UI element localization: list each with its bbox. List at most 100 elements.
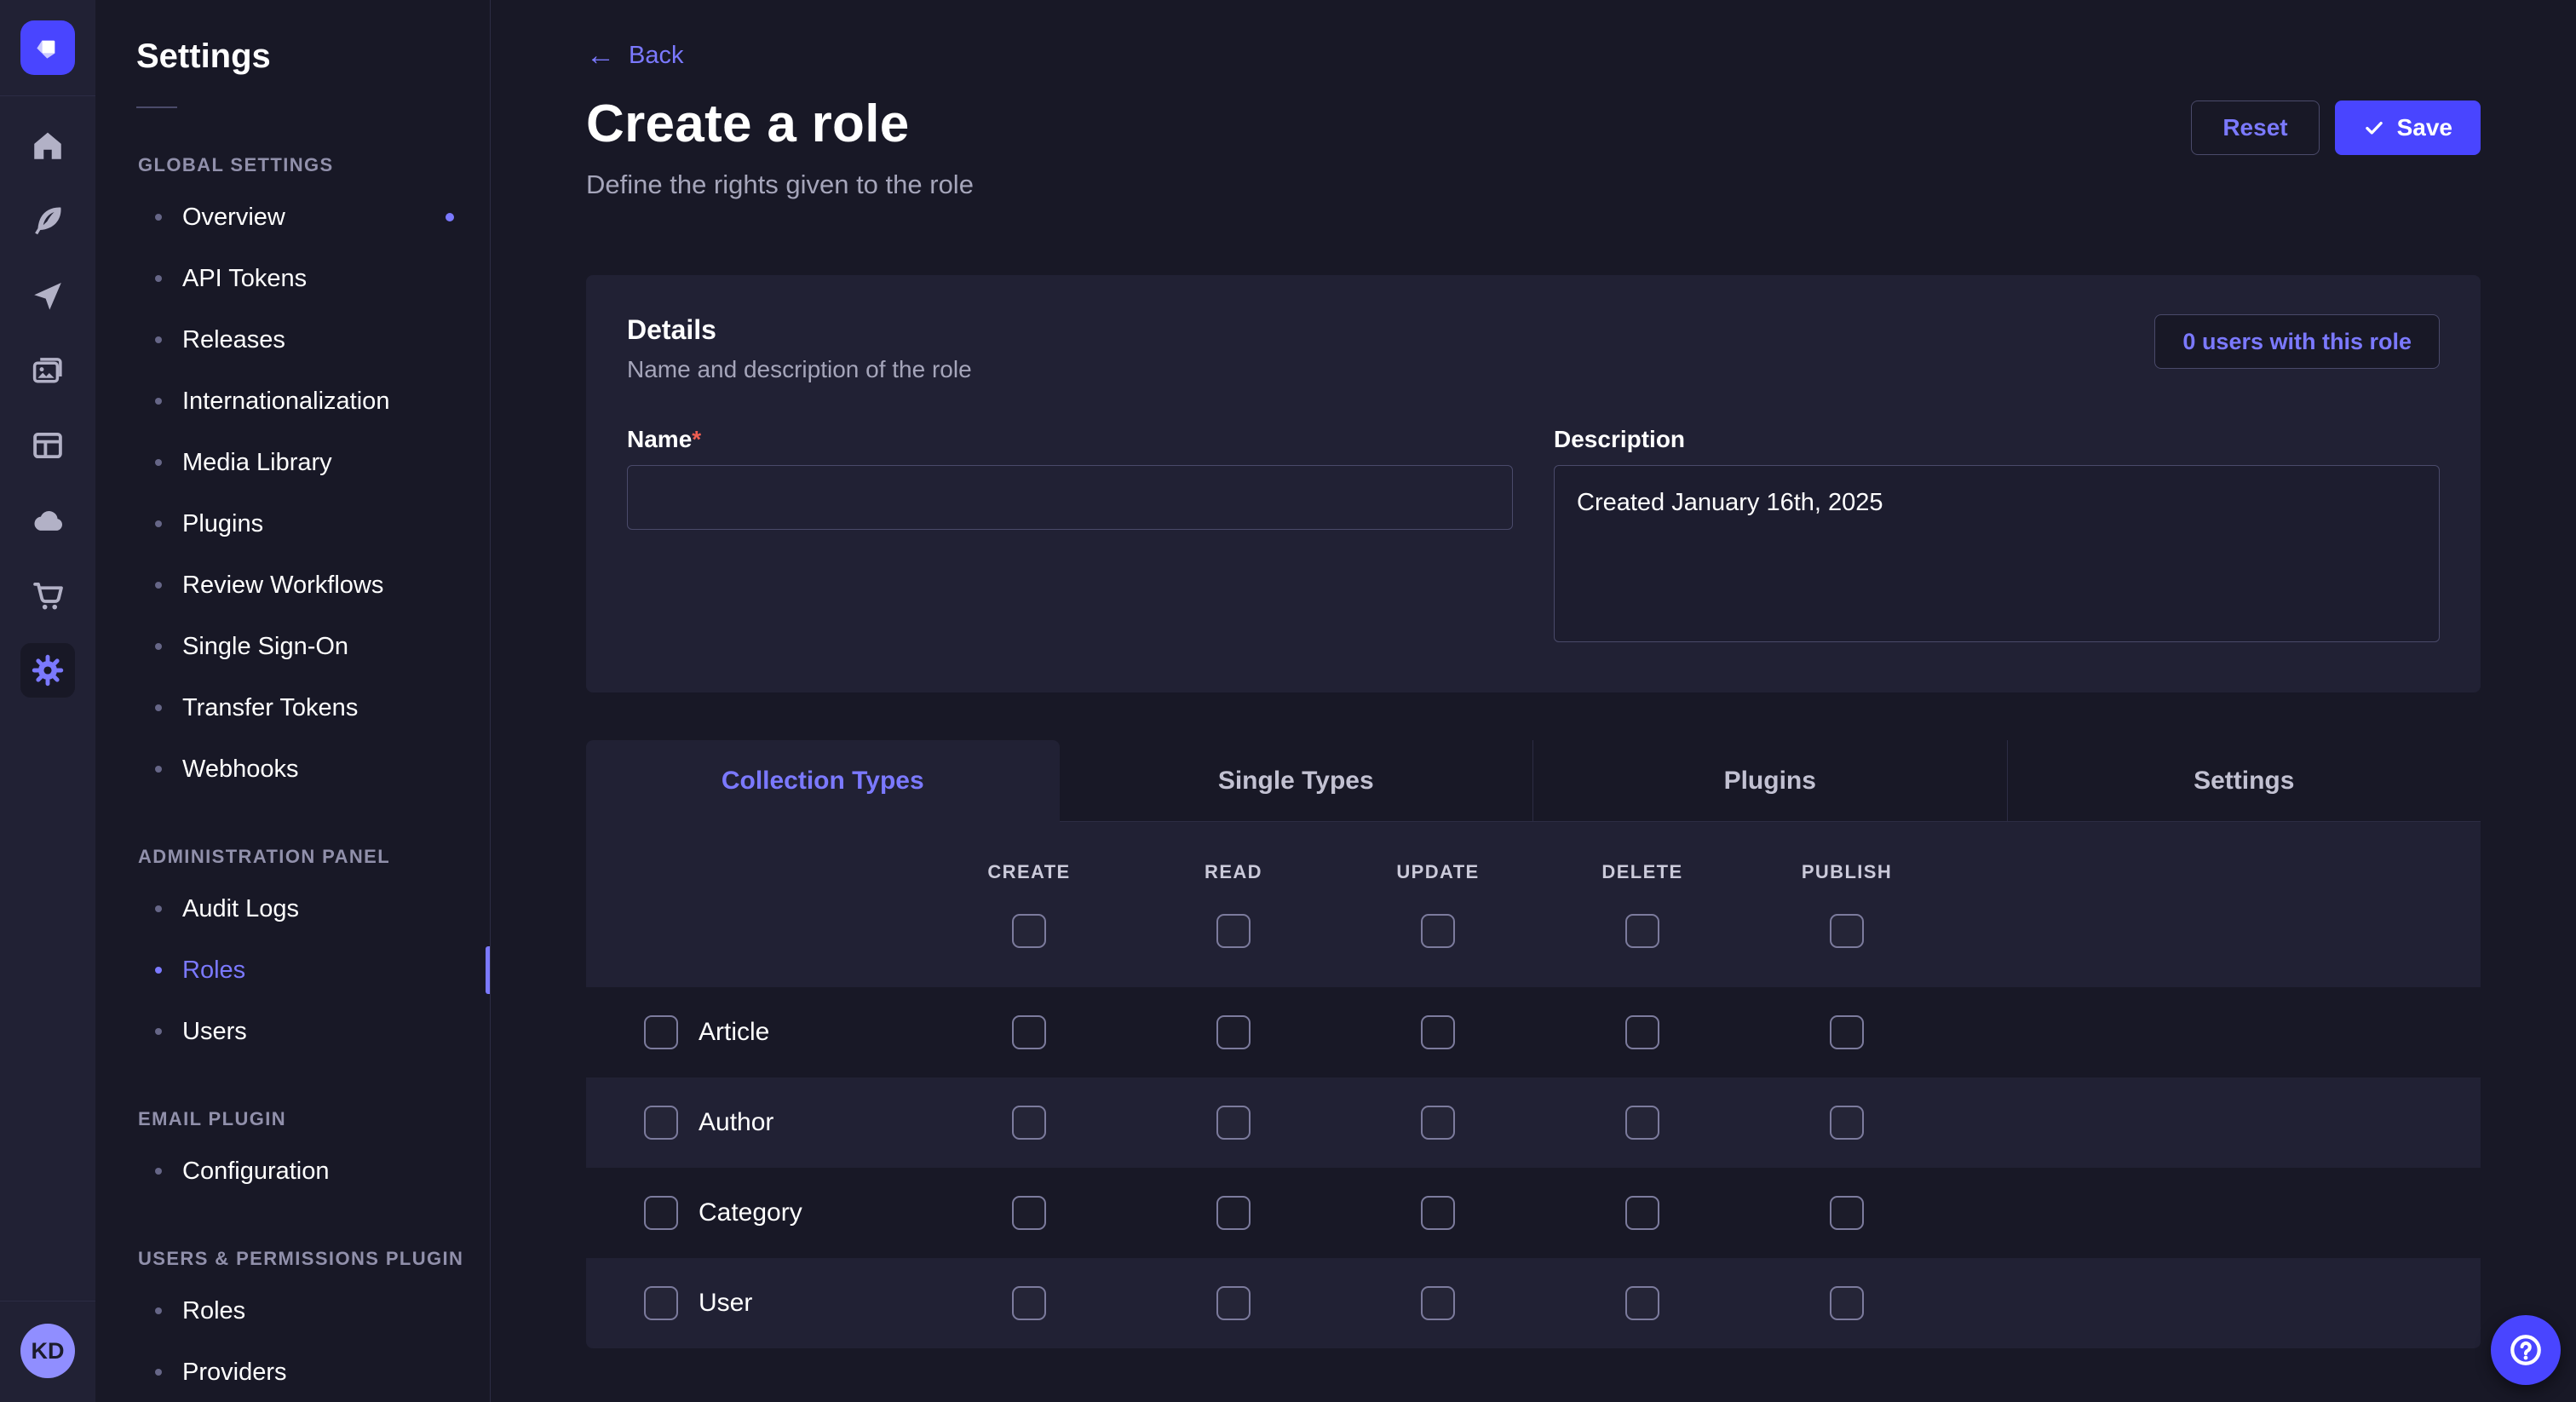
author-delete-checkbox[interactable] [1625, 1106, 1659, 1140]
sidebar-item-transfer-tokens[interactable]: Transfer Tokens [95, 677, 490, 738]
sidebar-item-single-sign-on[interactable]: Single Sign-On [95, 616, 490, 677]
sidebar-item-internationalization[interactable]: Internationalization [95, 371, 490, 432]
article-delete-checkbox[interactable] [1625, 1015, 1659, 1049]
permission-cell [1336, 1286, 1540, 1320]
reset-button[interactable]: Reset [2191, 101, 2319, 155]
tab-collection-types[interactable]: Collection Types [586, 740, 1060, 822]
create-select-all-checkbox[interactable] [1012, 914, 1046, 948]
user-select-checkbox[interactable] [644, 1286, 678, 1320]
nav-section-items: Configuration [95, 1141, 490, 1202]
table-row-category: Category [586, 1168, 2481, 1258]
sidebar-item-users[interactable]: Users [95, 1001, 490, 1062]
tab-settings[interactable]: Settings [2007, 740, 2481, 822]
table-row-author: Author [586, 1077, 2481, 1168]
help-button[interactable] [2491, 1315, 2561, 1385]
category-read-checkbox[interactable] [1216, 1196, 1251, 1230]
article-read-checkbox[interactable] [1216, 1015, 1251, 1049]
rail-cloud-button[interactable] [20, 493, 75, 548]
sidebar-item-audit-logs[interactable]: Audit Logs [95, 878, 490, 939]
article-select-checkbox[interactable] [644, 1015, 678, 1049]
user-create-checkbox[interactable] [1012, 1286, 1046, 1320]
user-publish-checkbox[interactable] [1830, 1286, 1864, 1320]
user-read-checkbox[interactable] [1216, 1286, 1251, 1320]
row-label: User [699, 1289, 752, 1318]
sidebar-item-api-tokens[interactable]: API Tokens [95, 248, 490, 309]
permission-cell [1745, 1106, 1949, 1140]
permissions-card: Collection TypesSingle TypesPluginsSetti… [586, 740, 2481, 1348]
article-update-checkbox[interactable] [1421, 1015, 1455, 1049]
subnav-sections: GLOBAL SETTINGSOverviewAPI TokensRelease… [95, 154, 490, 1402]
user-delete-checkbox[interactable] [1625, 1286, 1659, 1320]
table-row-article: Article [586, 987, 2481, 1077]
author-read-checkbox[interactable] [1216, 1106, 1251, 1140]
strapi-logo[interactable] [20, 20, 75, 75]
sidebar-item-label: Users [182, 1018, 247, 1046]
category-publish-checkbox[interactable] [1830, 1196, 1864, 1230]
author-select-checkbox[interactable] [644, 1106, 678, 1140]
delete-select-all-checkbox[interactable] [1625, 914, 1659, 948]
permission-cell [1540, 1196, 1745, 1230]
column-label: UPDATE [1396, 861, 1479, 883]
save-button[interactable]: Save [2335, 101, 2481, 155]
author-create-checkbox[interactable] [1012, 1106, 1046, 1140]
rail-home-button[interactable] [20, 118, 75, 173]
permission-cell [927, 1015, 1131, 1049]
sidebar-item-label: Media Library [182, 449, 332, 477]
sidebar-item-configuration[interactable]: Configuration [95, 1141, 490, 1202]
tab-single-types[interactable]: Single Types [1060, 740, 1533, 822]
permission-cell [1540, 1286, 1745, 1320]
rail-content-manager-button[interactable] [20, 193, 75, 248]
rail-settings-button[interactable] [20, 643, 75, 698]
sidebar-item-media-library[interactable]: Media Library [95, 432, 490, 493]
article-create-checkbox[interactable] [1012, 1015, 1046, 1049]
cloud-icon [30, 503, 66, 538]
bullet-icon [155, 1168, 162, 1175]
back-link[interactable]: ← Back [586, 41, 683, 70]
notification-dot [446, 213, 454, 221]
tab-plugins[interactable]: Plugins [1532, 740, 2007, 822]
sidebar-item-overview[interactable]: Overview [95, 187, 490, 248]
article-publish-checkbox[interactable] [1830, 1015, 1864, 1049]
category-select-checkbox[interactable] [644, 1196, 678, 1230]
sidebar-item-review-workflows[interactable]: Review Workflows [95, 554, 490, 616]
read-select-all-checkbox[interactable] [1216, 914, 1251, 948]
nav-section-label: EMAIL PLUGIN [138, 1108, 490, 1130]
category-update-checkbox[interactable] [1421, 1196, 1455, 1230]
sidebar-item-roles[interactable]: Roles [95, 1280, 490, 1342]
column-delete: DELETE [1540, 861, 1745, 948]
permission-cell [927, 1106, 1131, 1140]
description-textarea[interactable]: Created January 16th, 2025 [1554, 465, 2440, 642]
category-delete-checkbox[interactable] [1625, 1196, 1659, 1230]
permissions-tabs: Collection TypesSingle TypesPluginsSetti… [586, 740, 2481, 822]
rail-marketplace-button[interactable] [20, 568, 75, 623]
row-name-cell: Category [586, 1196, 927, 1230]
sidebar-item-plugins[interactable]: Plugins [95, 493, 490, 554]
category-create-checkbox[interactable] [1012, 1196, 1046, 1230]
icon-rail: KD [0, 0, 95, 1402]
name-input[interactable] [627, 465, 1513, 530]
rail-releases-button[interactable] [20, 268, 75, 323]
author-update-checkbox[interactable] [1421, 1106, 1455, 1140]
avatar[interactable]: KD [20, 1324, 75, 1378]
rail-content-type-builder-button[interactable] [20, 418, 75, 473]
header-actions: Reset Save [2191, 101, 2481, 155]
row-label: Category [699, 1198, 802, 1227]
author-publish-checkbox[interactable] [1830, 1106, 1864, 1140]
sidebar-item-roles[interactable]: Roles [95, 939, 490, 1001]
permission-cell [1131, 1015, 1336, 1049]
description-field-group: Description Created January 16th, 2025 [1554, 426, 2440, 646]
row-name-cell: Article [586, 1015, 927, 1049]
update-select-all-checkbox[interactable] [1421, 914, 1455, 948]
description-label: Description [1554, 426, 2440, 453]
publish-select-all-checkbox[interactable] [1830, 914, 1864, 948]
sidebar-item-webhooks[interactable]: Webhooks [95, 738, 490, 800]
rail-media-library-button[interactable] [20, 343, 75, 398]
sidebar-item-releases[interactable]: Releases [95, 309, 490, 371]
nav-section-global-settings: GLOBAL SETTINGSOverviewAPI TokensRelease… [95, 154, 490, 800]
user-update-checkbox[interactable] [1421, 1286, 1455, 1320]
users-with-role-button[interactable]: 0 users with this role [2154, 314, 2440, 369]
nav-section-email-plugin: EMAIL PLUGIN Configuration [95, 1108, 490, 1202]
rail-footer: KD [0, 1301, 95, 1402]
row-label: Author [699, 1108, 773, 1137]
sidebar-item-providers[interactable]: Providers [95, 1342, 490, 1402]
